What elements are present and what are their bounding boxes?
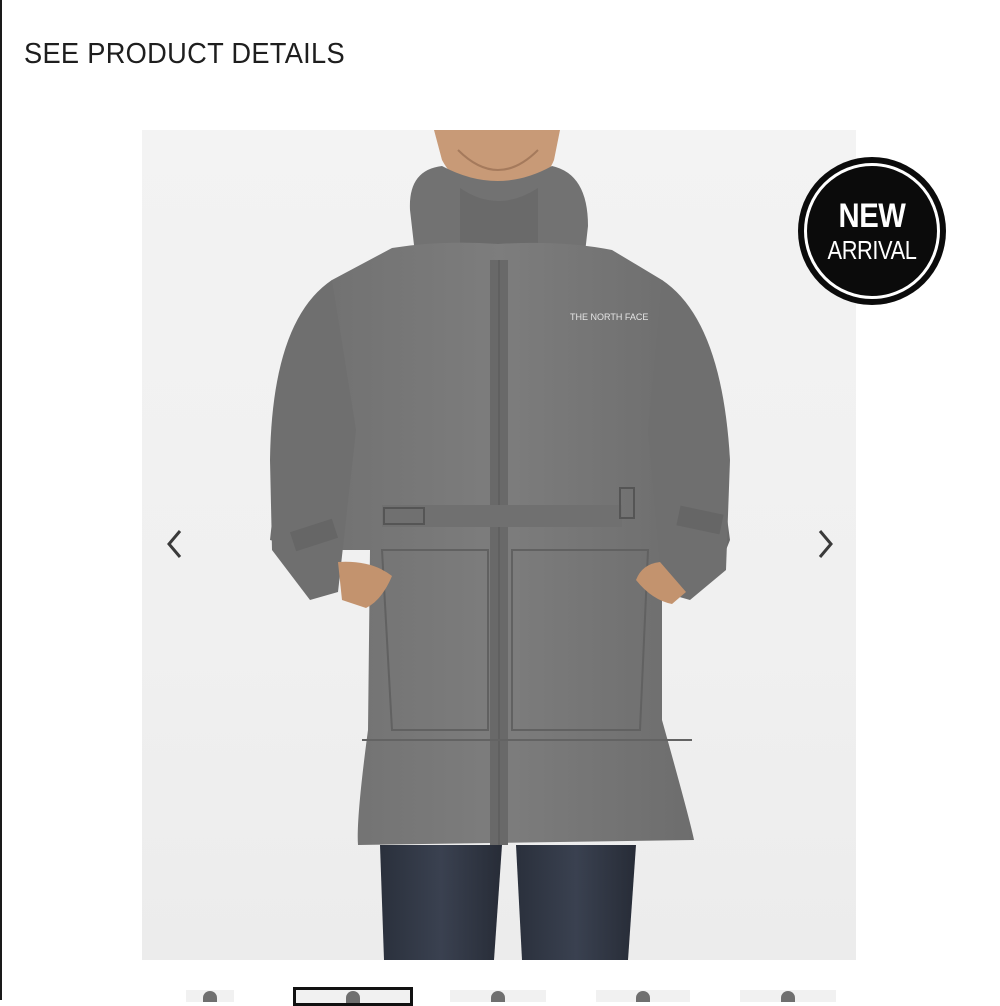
product-image: THE NORTH FACE	[142, 130, 856, 960]
pants-right-leg	[516, 845, 636, 960]
chevron-right-icon	[818, 530, 833, 558]
page-left-border	[0, 0, 2, 1000]
thumbnail-2[interactable]	[293, 987, 413, 1006]
thumbnail-1[interactable]	[186, 990, 234, 1002]
page-title[interactable]: SEE PRODUCT DETAILS	[24, 38, 345, 71]
thumbnail-strip	[0, 984, 1000, 1006]
new-arrival-badge: NEW ARRIVAL	[798, 157, 946, 305]
badge-line-1: NEW	[838, 197, 906, 235]
jacket-right-sleeve	[648, 280, 730, 600]
chevron-left-icon	[167, 530, 182, 558]
thumbnail-4[interactable]	[596, 990, 690, 1002]
thumbnail-3[interactable]	[450, 990, 546, 1002]
brand-logo: THE NORTH FACE	[570, 312, 648, 322]
jacket-photo: THE NORTH FACE	[270, 130, 730, 960]
carousel-next-button[interactable]	[808, 522, 842, 566]
badge-line-2: ARRIVAL	[827, 235, 917, 265]
pants-left-leg	[380, 845, 502, 960]
thumbnail-5[interactable]	[740, 990, 836, 1002]
carousel-prev-button[interactable]	[158, 522, 192, 566]
